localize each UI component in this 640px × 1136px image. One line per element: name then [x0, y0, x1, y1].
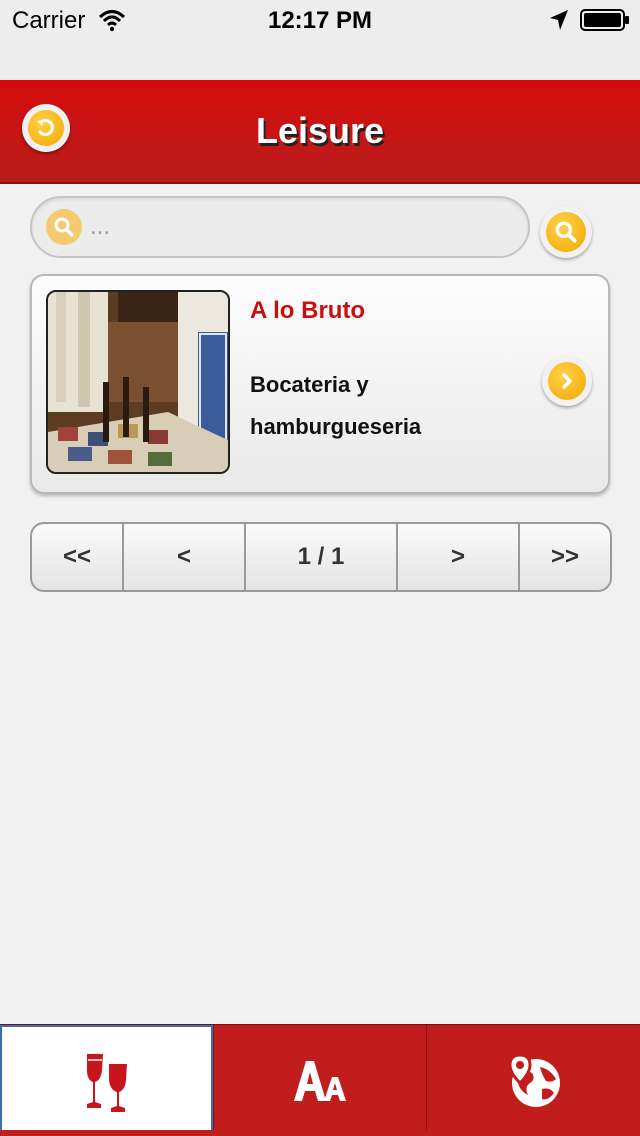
last-page-button[interactable]: >> [520, 524, 610, 590]
item-description: Bocateria y hamburgueseria [250, 372, 422, 439]
list-item[interactable]: A lo Bruto Bocateria y hamburgueseria [30, 274, 610, 494]
search-field[interactable] [30, 196, 530, 258]
tab-font-size[interactable] [213, 1025, 426, 1136]
item-detail-button[interactable] [542, 356, 592, 406]
page-indicator: 1 / 1 [246, 524, 398, 590]
magnifier-icon [46, 209, 82, 245]
wine-glasses-icon [86, 1053, 127, 1112]
tab-map[interactable] [426, 1025, 640, 1136]
first-page-button[interactable]: << [32, 524, 124, 590]
location-arrow-icon [550, 10, 568, 30]
clock-time: 12:17 PM [267, 7, 373, 34]
page-title: Leisure [255, 110, 385, 151]
search-input[interactable] [90, 208, 510, 246]
font-size-icon [294, 1060, 346, 1101]
tab-bar-bottom-edge [0, 1130, 640, 1136]
pagination: << < 1 / 1 > >> [30, 522, 612, 592]
chevron-right-icon [548, 362, 586, 400]
map-globe-pin-icon [507, 1052, 560, 1107]
tab-leisure[interactable] [0, 1025, 213, 1136]
magnifier-icon [546, 212, 586, 252]
search-button[interactable] [540, 206, 592, 258]
prev-page-button[interactable]: < [124, 524, 246, 590]
restaurant-thumbnail [46, 290, 230, 474]
nav-header: Leisure [0, 80, 640, 184]
tab-bar [0, 1024, 640, 1136]
battery-icon [580, 9, 629, 31]
status-bar: Carrier 12:17 PM [0, 0, 640, 80]
item-title: A lo Bruto [250, 297, 366, 324]
next-page-button[interactable]: > [398, 524, 520, 590]
